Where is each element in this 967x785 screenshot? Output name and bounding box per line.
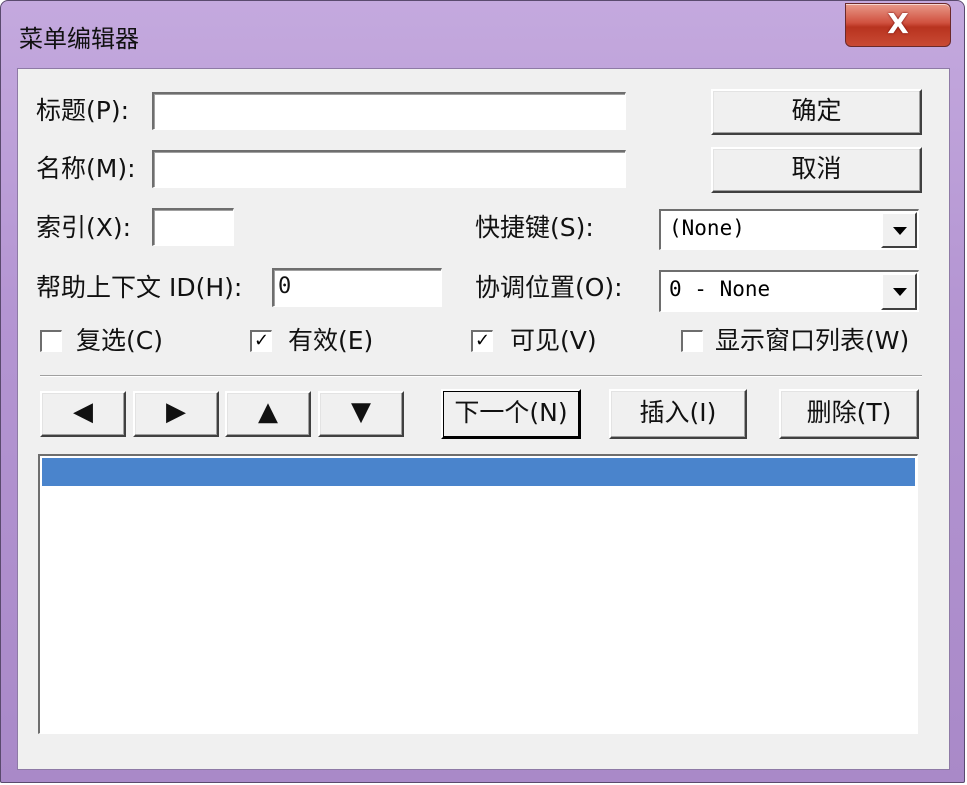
chevron-down-icon[interactable] [881, 273, 917, 310]
name-input[interactable] [152, 150, 626, 188]
helpid-input[interactable]: 0 [272, 268, 442, 307]
shortcut-select[interactable]: (None) [659, 209, 919, 250]
windowlist-label: 显示窗口列表(W) [715, 326, 910, 355]
name-label: 名称(M): [36, 154, 136, 183]
visible-checkbox[interactable]: ✓ [471, 330, 493, 352]
close-icon: X [887, 7, 909, 40]
list-item-selected[interactable] [42, 458, 915, 486]
insert-button[interactable]: 插入(I) [609, 389, 747, 439]
arrow-down-icon: ▼ [351, 397, 371, 427]
negotiate-label: 协调位置(O): [475, 273, 623, 302]
move-left-button[interactable]: ◀ [40, 391, 126, 437]
ok-button[interactable]: 确定 [711, 89, 922, 135]
close-button[interactable]: X [845, 3, 951, 47]
arrow-right-icon: ▶ [166, 397, 186, 427]
chevron-down-icon[interactable] [881, 212, 917, 248]
index-input[interactable] [152, 208, 234, 246]
shortcut-value: (None) [669, 216, 745, 240]
arrow-up-icon: ▲ [258, 397, 278, 427]
next-button[interactable]: 下一个(N) [441, 389, 581, 439]
enabled-checkbox[interactable]: ✓ [250, 330, 272, 352]
helpid-label: 帮助上下文 ID(H): [36, 273, 243, 302]
move-down-button[interactable]: ▼ [318, 391, 404, 437]
move-right-button[interactable]: ▶ [133, 391, 219, 437]
arrow-left-icon: ◀ [73, 397, 93, 427]
index-label: 索引(X): [36, 213, 132, 242]
dialog-client-area: 标题(P): 确定 名称(M): 取消 索引(X): 快捷键(S): (None… [17, 68, 950, 770]
menu-items-list[interactable] [38, 454, 918, 734]
caption-input[interactable] [152, 92, 626, 130]
negotiate-value: 0 - None [669, 277, 771, 301]
visible-label: 可见(V) [510, 326, 597, 355]
window-title: 菜单编辑器 [19, 25, 139, 53]
caption-label: 标题(P): [36, 96, 130, 125]
delete-button[interactable]: 删除(T) [779, 389, 919, 439]
menu-editor-window: 菜单编辑器 X 标题(P): 确定 名称(M): 取消 索引(X): 快捷键(S… [0, 0, 965, 783]
windowlist-checkbox[interactable] [681, 330, 703, 352]
enabled-label: 有效(E) [288, 326, 374, 355]
checked-checkbox[interactable] [40, 330, 62, 352]
move-up-button[interactable]: ▲ [225, 391, 311, 437]
shortcut-label: 快捷键(S): [475, 213, 594, 242]
checked-label: 复选(C) [76, 326, 163, 355]
negotiate-select[interactable]: 0 - None [659, 270, 919, 312]
cancel-button[interactable]: 取消 [711, 147, 922, 193]
separator [40, 375, 922, 377]
